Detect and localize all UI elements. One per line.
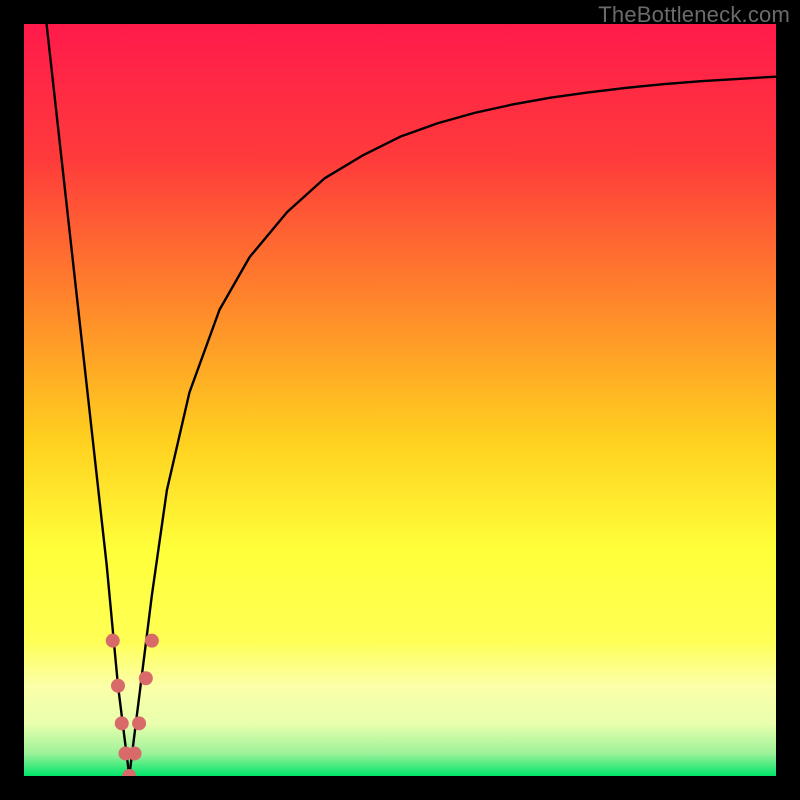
data-marker	[106, 634, 120, 648]
data-marker	[139, 671, 153, 685]
data-marker	[145, 634, 159, 648]
chart-frame	[24, 24, 776, 776]
data-marker	[128, 746, 142, 760]
data-marker	[111, 679, 125, 693]
watermark-text: TheBottleneck.com	[598, 2, 790, 28]
bottleneck-chart	[24, 24, 776, 776]
data-marker	[115, 716, 129, 730]
data-marker	[132, 716, 146, 730]
